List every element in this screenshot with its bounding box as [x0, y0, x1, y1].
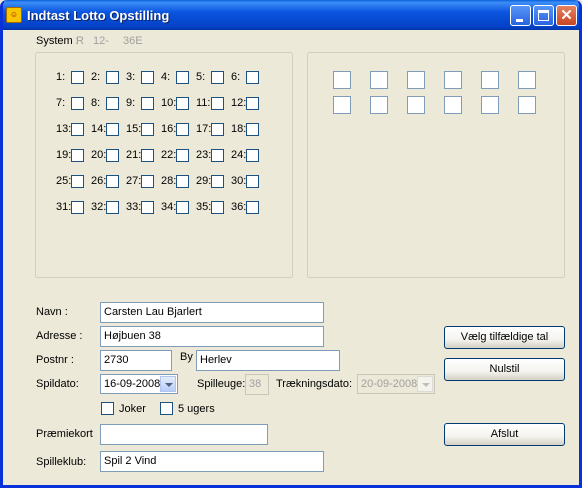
- number-checkbox[interactable]: [71, 97, 84, 110]
- close-button[interactable]: Afslut: [444, 423, 565, 446]
- number-checkbox[interactable]: [246, 123, 259, 136]
- spildato-value: 16-09-2008: [104, 378, 161, 390]
- adresse-field[interactable]: Højbuen 38: [100, 326, 324, 347]
- selected-number-slot: [370, 71, 388, 89]
- arrow-triangle: [165, 383, 173, 387]
- number-checkbox[interactable]: [106, 175, 119, 188]
- maximize-icon: [538, 10, 549, 21]
- joker-checkbox[interactable]: [101, 402, 114, 415]
- selected-number-slot: [481, 71, 499, 89]
- number-checkbox[interactable]: [246, 71, 259, 84]
- spilleuge-field: 38: [245, 374, 269, 395]
- number-checkbox[interactable]: [211, 71, 224, 84]
- praemiekort-label: Præmiekort: [36, 428, 93, 440]
- spilleklub-label: Spilleklub:: [36, 456, 87, 468]
- number-checkbox[interactable]: [106, 123, 119, 136]
- selected-number-slot: [481, 96, 499, 114]
- selected-number-slot: [407, 71, 425, 89]
- number-checkbox[interactable]: [211, 97, 224, 110]
- selected-number-slot: [444, 71, 462, 89]
- number-checkbox[interactable]: [71, 201, 84, 214]
- spildato-select[interactable]: 16-09-2008: [100, 374, 178, 394]
- number-checkbox[interactable]: [176, 97, 189, 110]
- selected-number-slot: [407, 96, 425, 114]
- selected-number-slot: [518, 96, 536, 114]
- number-checkbox[interactable]: [71, 71, 84, 84]
- number-checkbox[interactable]: [141, 175, 154, 188]
- system-count: 12-: [93, 35, 109, 47]
- spilleuge-label: Spilleuge:: [197, 378, 246, 390]
- number-grid-group: [35, 52, 293, 278]
- selected-number-slot: [518, 71, 536, 89]
- number-checkbox[interactable]: [106, 149, 119, 162]
- system-type: R: [76, 35, 84, 47]
- joker-label: Joker: [119, 403, 146, 415]
- number-checkbox[interactable]: [71, 175, 84, 188]
- system-total: 36E: [123, 35, 143, 47]
- number-checkbox[interactable]: [141, 201, 154, 214]
- arrow-triangle: [422, 383, 430, 387]
- five-weeks-label: 5 ugers: [178, 403, 215, 415]
- number-checkbox[interactable]: [176, 201, 189, 214]
- by-field[interactable]: Herlev: [196, 350, 340, 371]
- number-checkbox[interactable]: [71, 123, 84, 136]
- spildato-label: Spildato:: [36, 378, 79, 390]
- minimize-button[interactable]: [510, 5, 531, 26]
- number-checkbox[interactable]: [176, 175, 189, 188]
- navn-label: Navn :: [36, 306, 68, 318]
- number-checkbox[interactable]: [176, 123, 189, 136]
- traekningsdato-label: Trækningsdato:: [276, 378, 353, 390]
- number-checkbox[interactable]: [71, 149, 84, 162]
- number-checkbox[interactable]: [141, 71, 154, 84]
- traekningsdato-value: 20-09-2008: [361, 378, 418, 390]
- spilleklub-field[interactable]: Spil 2 Vind: [100, 451, 324, 472]
- selected-number-slot: [333, 96, 351, 114]
- navn-field[interactable]: Carsten Lau Bjarlert: [100, 302, 324, 323]
- number-checkbox[interactable]: [211, 175, 224, 188]
- number-checkbox[interactable]: [246, 97, 259, 110]
- selected-number-slot: [370, 96, 388, 114]
- lotto-app-icon[interactable]: ☺: [6, 7, 22, 23]
- number-checkbox[interactable]: [141, 149, 154, 162]
- close-window-button[interactable]: ✕: [556, 5, 577, 26]
- selected-number-slot: [444, 96, 462, 114]
- by-label: By: [180, 351, 193, 363]
- number-checkbox[interactable]: [106, 71, 119, 84]
- five-weeks-checkbox[interactable]: [160, 402, 173, 415]
- number-checkbox[interactable]: [106, 97, 119, 110]
- reset-button[interactable]: Nulstil: [444, 358, 565, 381]
- postnr-field[interactable]: 2730: [100, 350, 172, 371]
- number-checkbox[interactable]: [211, 149, 224, 162]
- chevron-down-icon[interactable]: [160, 376, 176, 392]
- number-checkbox[interactable]: [246, 175, 259, 188]
- random-numbers-button[interactable]: Vælg tilfældige tal: [444, 326, 565, 349]
- chevron-down-icon: [417, 376, 433, 392]
- number-checkbox[interactable]: [246, 149, 259, 162]
- window-title: Indtast Lotto Opstilling: [27, 8, 170, 23]
- number-checkbox[interactable]: [176, 149, 189, 162]
- system-label: System :: [36, 35, 79, 47]
- number-checkbox[interactable]: [246, 201, 259, 214]
- minimize-icon: [516, 19, 523, 22]
- adresse-label: Adresse :: [36, 330, 83, 342]
- number-checkbox[interactable]: [106, 201, 119, 214]
- praemiekort-field[interactable]: [100, 424, 268, 445]
- number-checkbox[interactable]: [211, 123, 224, 136]
- number-checkbox[interactable]: [176, 71, 189, 84]
- selected-number-slot: [333, 71, 351, 89]
- postnr-label: Postnr :: [36, 354, 74, 366]
- traekningsdato-select: 20-09-2008: [357, 374, 435, 394]
- maximize-button[interactable]: [533, 5, 554, 26]
- title-bar[interactable]: ☺ Indtast Lotto Opstilling ✕: [3, 0, 579, 30]
- number-checkbox[interactable]: [141, 123, 154, 136]
- close-icon: ✕: [560, 7, 573, 24]
- number-checkbox[interactable]: [141, 97, 154, 110]
- number-checkbox[interactable]: [211, 201, 224, 214]
